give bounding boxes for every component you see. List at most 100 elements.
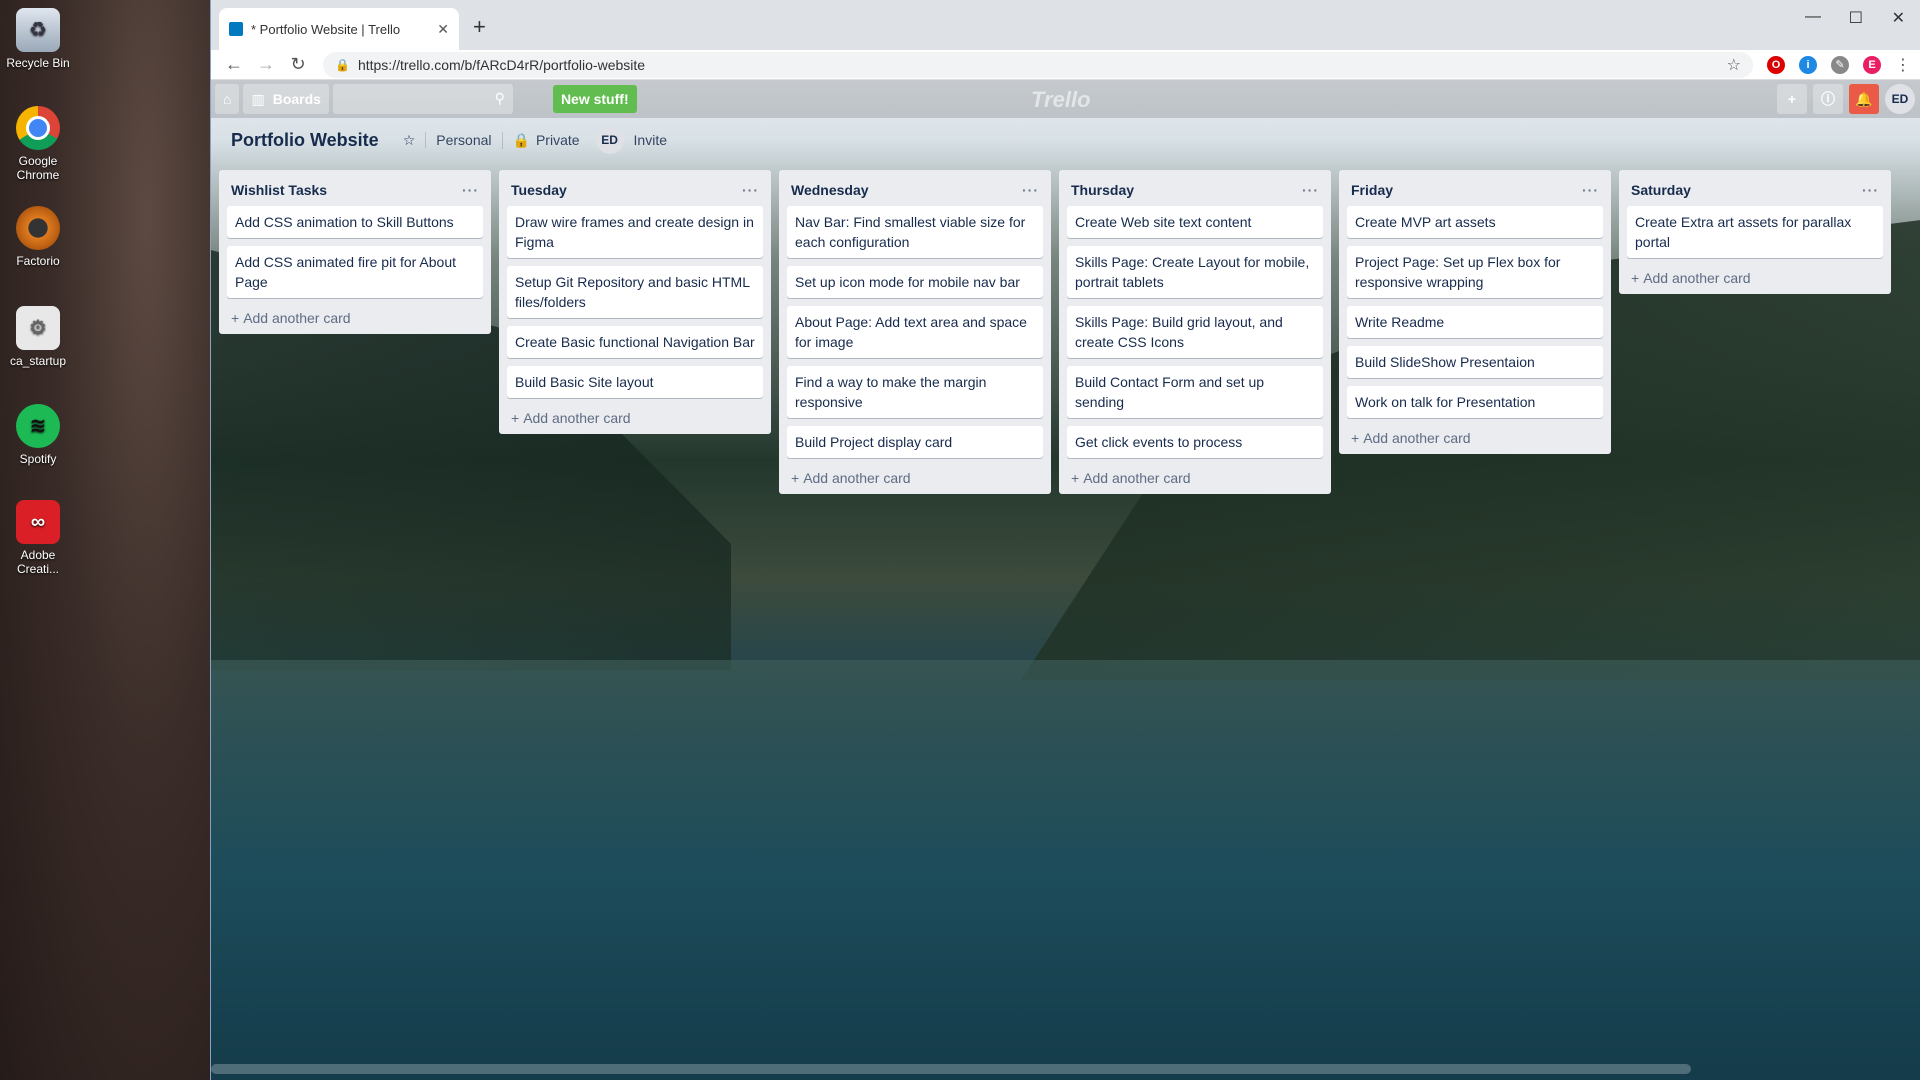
- tab-strip: * Portfolio Website | Trello ✕ + — ☐ ✕: [211, 0, 1920, 50]
- forward-icon[interactable]: →: [253, 54, 279, 75]
- add-card-button[interactable]: + Add another card: [227, 306, 483, 328]
- extension-tool-icon[interactable]: ✎: [1831, 55, 1849, 74]
- star-icon[interactable]: ☆: [393, 132, 426, 149]
- board-header: Portfolio Website ☆ Personal 🔒 Private ED…: [211, 120, 677, 160]
- team-button[interactable]: Personal: [425, 132, 501, 148]
- new-tab-button[interactable]: +: [473, 14, 486, 40]
- maximize-icon[interactable]: ☐: [1849, 8, 1863, 28]
- board-title[interactable]: Portfolio Website: [231, 130, 379, 151]
- list-menu-icon[interactable]: ···: [1022, 182, 1039, 198]
- add-card-label: Add another card: [1643, 270, 1751, 286]
- factorio-icon: [16, 206, 60, 250]
- card[interactable]: Set up icon mode for mobile nav bar: [787, 266, 1043, 298]
- back-icon[interactable]: ←: [221, 54, 247, 75]
- list-title[interactable]: Saturday: [1631, 182, 1691, 198]
- desktop-icon-label: Factorio: [16, 254, 60, 268]
- card[interactable]: Project Page: Set up Flex box for respon…: [1347, 246, 1603, 298]
- extension-opera-icon[interactable]: O: [1767, 55, 1785, 74]
- add-card-button[interactable]: + Add another card: [507, 406, 763, 428]
- card[interactable]: Build SlideShow Presentaion: [1347, 346, 1603, 378]
- card[interactable]: Build Contact Form and set up sending: [1067, 366, 1323, 418]
- boards-button[interactable]: ▥ Boards: [243, 84, 329, 114]
- spotify-icon: ≋: [16, 404, 60, 448]
- plus-icon: +: [1631, 270, 1640, 286]
- desktop-icon-label: Spotify: [19, 452, 57, 466]
- card[interactable]: About Page: Add text area and space for …: [787, 306, 1043, 358]
- invite-button[interactable]: Invite: [624, 132, 677, 148]
- desktop-icon-factorio[interactable]: Factorio: [6, 206, 70, 268]
- list-title[interactable]: Wishlist Tasks: [231, 182, 327, 198]
- card[interactable]: Build Project display card: [787, 426, 1043, 458]
- add-card-label: Add another card: [1363, 430, 1471, 446]
- desktop: ♻ Recycle Bin Google Chrome Factorio ⚙ c…: [0, 0, 210, 1080]
- card[interactable]: Find a way to make the margin responsive: [787, 366, 1043, 418]
- list-menu-icon[interactable]: ···: [1862, 182, 1879, 198]
- search-input[interactable]: ⚲: [332, 84, 513, 114]
- extension-info-icon[interactable]: i: [1799, 55, 1817, 74]
- card[interactable]: Create MVP art assets: [1347, 206, 1603, 238]
- card[interactable]: Build Basic Site layout: [507, 366, 763, 398]
- visibility-button[interactable]: 🔒 Private: [501, 131, 590, 149]
- lock-icon: 🔒: [335, 57, 350, 72]
- list-title[interactable]: Thursday: [1071, 182, 1134, 198]
- create-plus-icon[interactable]: +: [1777, 84, 1807, 114]
- card[interactable]: Nav Bar: Find smallest viable size for e…: [787, 206, 1043, 258]
- url-bar[interactable]: 🔒 https://trello.com/b/fARcD4rR/portfoli…: [323, 51, 1753, 78]
- list-friday: Friday ··· Create MVP art assets Project …: [1339, 170, 1611, 454]
- list-wishlist: Wishlist Tasks ··· Add CSS animation to S…: [219, 170, 491, 334]
- add-card-button[interactable]: + Add another card: [1347, 426, 1603, 448]
- add-card-button[interactable]: + Add another card: [1627, 266, 1883, 288]
- browser-menu-icon[interactable]: ⋮: [1895, 55, 1911, 75]
- card[interactable]: Create Basic functional Navigation Bar: [507, 326, 763, 358]
- add-card-label: Add another card: [243, 310, 351, 326]
- trello-logo[interactable]: Trello: [1031, 87, 1091, 113]
- desktop-icon-recycle-bin[interactable]: ♻ Recycle Bin: [6, 8, 70, 70]
- adobe-creative-cloud-icon: ∞: [16, 500, 60, 544]
- list-title[interactable]: Tuesday: [511, 182, 567, 198]
- browser-tab-active[interactable]: * Portfolio Website | Trello ✕: [219, 8, 459, 50]
- card[interactable]: Write Readme: [1347, 306, 1603, 338]
- close-tab-icon[interactable]: ✕: [437, 21, 449, 38]
- list-title[interactable]: Friday: [1351, 182, 1393, 198]
- member-avatar[interactable]: ED: [595, 126, 624, 154]
- profile-avatar-icon[interactable]: E: [1863, 55, 1881, 74]
- desktop-icon-chrome[interactable]: Google Chrome: [6, 106, 70, 182]
- home-button[interactable]: ⌂: [215, 84, 240, 114]
- card[interactable]: Add CSS animation to Skill Buttons: [227, 206, 483, 238]
- reload-icon[interactable]: ↻: [285, 54, 311, 75]
- plus-icon: +: [511, 410, 520, 426]
- card[interactable]: Get click events to process: [1067, 426, 1323, 458]
- notification-bell-icon[interactable]: 🔔: [1849, 84, 1879, 114]
- search-icon: ⚲: [494, 90, 505, 106]
- card[interactable]: Skills Page: Build grid layout, and crea…: [1067, 306, 1323, 358]
- card[interactable]: Create Web site text content: [1067, 206, 1323, 238]
- bookmark-star-icon[interactable]: ☆: [1727, 55, 1741, 75]
- home-icon: ⌂: [223, 91, 232, 107]
- close-window-icon[interactable]: ✕: [1892, 8, 1905, 28]
- minimize-icon[interactable]: —: [1805, 8, 1821, 26]
- trello-header: ⌂ ▥ Boards ⚲ New stuff! Trello + ⓘ 🔔 ED: [211, 80, 1920, 118]
- list-menu-icon[interactable]: ···: [742, 182, 759, 198]
- list-wednesday: Wednesday ··· Nav Bar: Find smallest viab…: [779, 170, 1051, 494]
- list-thursday: Thursday ··· Create Web site text content…: [1059, 170, 1331, 494]
- info-icon[interactable]: ⓘ: [1813, 84, 1843, 114]
- card[interactable]: Skills Page: Create Layout for mobile, p…: [1067, 246, 1323, 298]
- desktop-icon-spotify[interactable]: ≋ Spotify: [6, 404, 70, 466]
- list-menu-icon[interactable]: ···: [462, 182, 479, 198]
- horizontal-scrollbar[interactable]: [211, 1064, 1691, 1074]
- card[interactable]: Add CSS animated fire pit for About Page: [227, 246, 483, 298]
- boards-label: Boards: [272, 91, 321, 107]
- card[interactable]: Setup Git Repository and basic HTML file…: [507, 266, 763, 318]
- card[interactable]: Work on talk for Presentation: [1347, 386, 1603, 418]
- card[interactable]: Create Extra art assets for parallax por…: [1627, 206, 1883, 258]
- profile-avatar[interactable]: ED: [1885, 84, 1915, 114]
- new-stuff-button[interactable]: New stuff!: [552, 85, 637, 113]
- list-menu-icon[interactable]: ···: [1582, 182, 1599, 198]
- add-card-button[interactable]: + Add another card: [1067, 466, 1323, 488]
- card[interactable]: Draw wire frames and create design in Fi…: [507, 206, 763, 258]
- desktop-icon-adobe[interactable]: ∞ Adobe Creati...: [6, 500, 70, 576]
- add-card-button[interactable]: + Add another card: [787, 466, 1043, 488]
- list-menu-icon[interactable]: ···: [1302, 182, 1319, 198]
- desktop-icon-ca-startup[interactable]: ⚙ ca_startup: [6, 306, 70, 368]
- list-title[interactable]: Wednesday: [791, 182, 869, 198]
